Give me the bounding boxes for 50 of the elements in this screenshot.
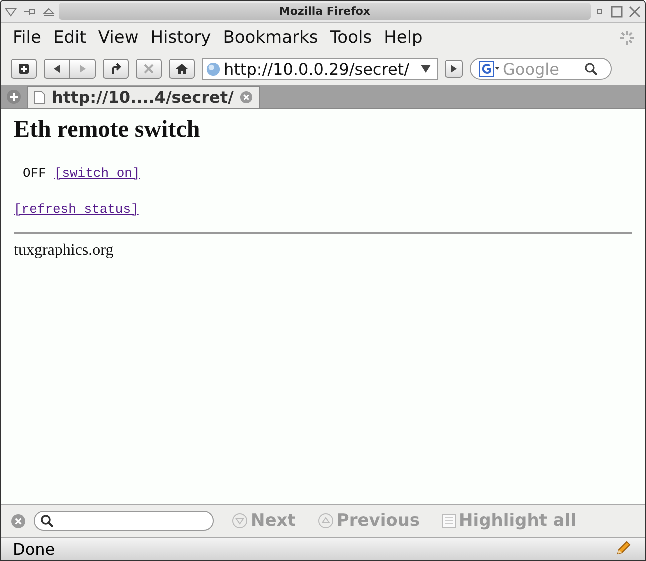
page-icon (34, 90, 46, 104)
url-field[interactable]: http://10.0.0.29/secret/ (202, 58, 438, 80)
pencil-icon (615, 541, 631, 557)
stop-icon (144, 64, 154, 74)
menu-item[interactable]: Tools (324, 28, 378, 48)
refresh-status-link[interactable]: [refresh status] (14, 202, 139, 217)
window-title: Mozilla Firefox (59, 3, 591, 20)
go-button[interactable] (445, 60, 463, 78)
menu-item[interactable]: Bookmarks (217, 28, 324, 48)
dropdown-icon[interactable] (421, 65, 431, 73)
new-tab-button[interactable] (11, 59, 37, 79)
search-engine-icon[interactable] (479, 61, 501, 77)
minimize-icon[interactable] (595, 6, 605, 16)
play-icon (450, 64, 458, 74)
maximize-icon[interactable] (611, 6, 623, 18)
switch-status: OFF (23, 166, 46, 181)
pin-icon[interactable] (23, 6, 37, 16)
plus-icon (18, 63, 30, 75)
reload-icon (110, 63, 122, 75)
menu-item[interactable]: History (144, 28, 218, 48)
status-text: Done (13, 540, 56, 558)
window-menu-icon[interactable] (5, 6, 17, 16)
menu-item[interactable]: File (7, 28, 48, 48)
close-icon[interactable] (11, 514, 26, 528)
new-tab-icon[interactable] (7, 90, 21, 104)
menu-item[interactable]: View (92, 28, 145, 48)
close-tab-icon[interactable] (240, 91, 253, 104)
close-icon[interactable] (629, 6, 641, 18)
search-box[interactable]: Google (470, 58, 612, 80)
home-button[interactable] (169, 59, 195, 79)
search-input[interactable]: Google (501, 60, 585, 78)
checkbox-icon (442, 514, 456, 528)
switch-on-link[interactable]: [switch on] (54, 166, 140, 181)
shade-icon[interactable] (43, 6, 55, 16)
back-button[interactable] (44, 59, 70, 79)
page-heading: Eth remote switch (14, 117, 202, 144)
search-icon (41, 514, 54, 528)
globe-icon (206, 62, 221, 76)
find-field[interactable] (34, 511, 214, 531)
forward-icon (78, 64, 88, 74)
stop-button[interactable] (136, 59, 162, 79)
home-icon (175, 63, 189, 75)
reload-button[interactable] (103, 59, 129, 79)
menu-item[interactable]: Help (378, 28, 429, 48)
throbber-icon (619, 30, 635, 46)
footer-text: tuxgraphics.org (14, 242, 115, 260)
menu-item[interactable]: Edit (47, 28, 92, 48)
search-icon[interactable] (585, 62, 598, 76)
back-icon (52, 64, 62, 74)
tab[interactable]: http://10....4/secret/ (27, 86, 260, 108)
